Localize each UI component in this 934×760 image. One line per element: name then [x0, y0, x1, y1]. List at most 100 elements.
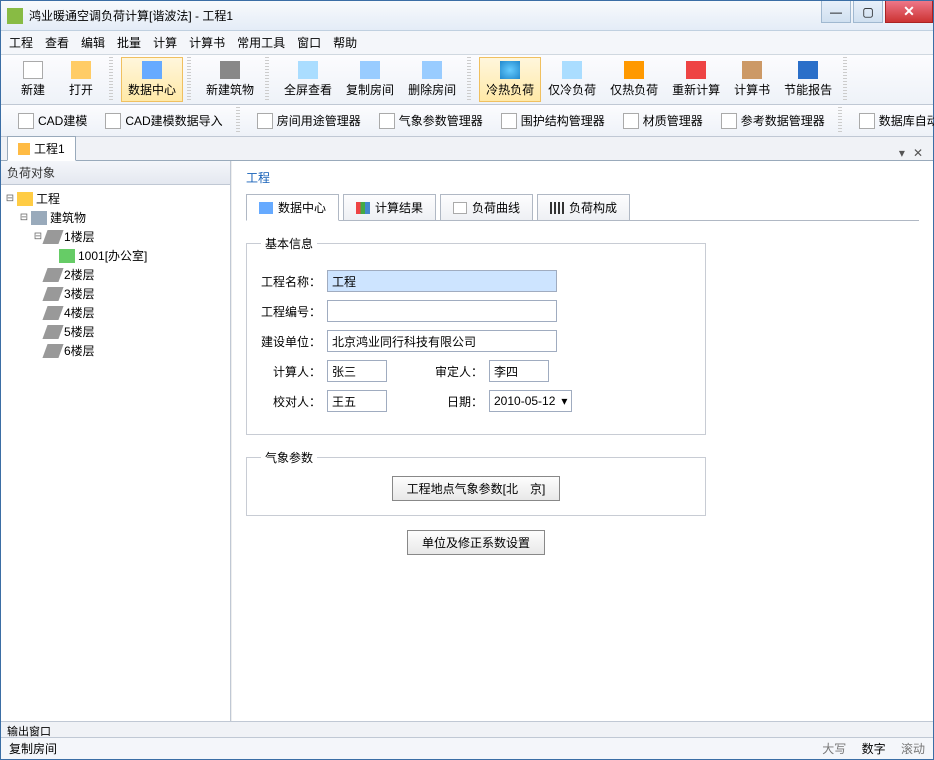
reference-mgr-button-icon [721, 113, 737, 129]
tree-building[interactable]: 建筑物 [50, 209, 86, 226]
unit-correction-button[interactable]: 单位及修正系数设置 [407, 530, 545, 555]
cad-import-button[interactable]: CAD建模数据导入 [96, 107, 231, 134]
proj-name-input[interactable] [327, 270, 557, 292]
energy-report-button-icon [798, 61, 818, 79]
label-calculator: 计算人： [261, 363, 321, 380]
weather-group: 气象参数 工程地点气象参数[北 京] [246, 449, 706, 516]
recalc-button[interactable]: 重新计算 [665, 57, 727, 102]
status-caps: 大写 [822, 742, 846, 756]
document-icon [18, 143, 30, 155]
checker-input[interactable] [327, 390, 387, 412]
new-button[interactable]: 新建 [9, 57, 57, 102]
tree-room[interactable]: 1001[办公室] [78, 247, 147, 264]
bars-icon [550, 202, 564, 214]
window-title: 鸿业暖通空调负荷计算[谐波法] - 工程1 [29, 7, 821, 24]
tree-project[interactable]: 工程 [36, 190, 60, 207]
envelope-mgr-button-icon [501, 113, 517, 129]
open-button[interactable]: 打开 [57, 57, 105, 102]
tree-floor-5[interactable]: 5楼层 [64, 323, 95, 340]
content-pane: 工程 数据中心 计算结果 负荷曲线 负荷构成 基本信息 工程名称： 工程编号： [231, 161, 933, 721]
output-window-header[interactable]: 输出窗口 [1, 721, 933, 737]
cooling-only-button[interactable]: 仅冷负荷 [541, 57, 603, 102]
material-mgr-button-icon [623, 113, 639, 129]
tab-dropdown-icon[interactable]: ▾ [895, 146, 909, 160]
recalc-button-icon [686, 61, 706, 79]
label-builder: 建设单位： [261, 333, 321, 350]
tree-floor-1[interactable]: 1楼层 [64, 228, 95, 245]
menu-3[interactable]: 批量 [117, 34, 141, 51]
curve-icon [453, 202, 467, 214]
close-button[interactable]: ✕ [885, 1, 933, 23]
basic-info-group: 基本信息 工程名称： 工程编号： 建设单位： 计算人： [246, 235, 706, 435]
menu-5[interactable]: 计算书 [189, 34, 225, 51]
sidebar: 负荷对象 ⊟工程 ⊟建筑物 ⊟1楼层 1001[办公室] 2楼层 3楼层 4楼层… [1, 161, 231, 721]
delete-room-button-icon [422, 61, 442, 79]
new-building-button[interactable]: 新建筑物 [199, 57, 261, 102]
menu-8[interactable]: 帮助 [333, 34, 357, 51]
menu-bar: 工程查看编辑批量计算计算书常用工具窗口帮助 [1, 31, 933, 55]
menu-0[interactable]: 工程 [9, 34, 33, 51]
cad-model-button[interactable]: CAD建模 [9, 107, 96, 134]
data-center-button-icon [142, 61, 162, 79]
tab-load-composition[interactable]: 负荷构成 [537, 194, 630, 221]
delete-room-button[interactable]: 删除房间 [401, 57, 463, 102]
tree-floor-4[interactable]: 4楼层 [64, 304, 95, 321]
reviewer-input[interactable] [489, 360, 549, 382]
new-building-button-icon [220, 61, 240, 79]
document-tab-strip: 工程1 ▾ ✕ [1, 137, 933, 161]
calculator-input[interactable] [327, 360, 387, 382]
floor-icon [42, 287, 63, 301]
db-update-button-icon [859, 113, 875, 129]
menu-2[interactable]: 编辑 [81, 34, 105, 51]
tab-close-icon[interactable]: ✕ [909, 146, 927, 160]
status-num: 数字 [862, 742, 886, 756]
menu-7[interactable]: 窗口 [297, 34, 321, 51]
floor-icon [42, 268, 63, 282]
label-proj-name: 工程名称： [261, 273, 321, 290]
weather-mgr-button[interactable]: 气象参数管理器 [370, 107, 492, 134]
tab-load-curve[interactable]: 负荷曲线 [440, 194, 533, 221]
room-usage-mgr-button[interactable]: 房间用途管理器 [248, 107, 370, 134]
cad-import-button-icon [105, 113, 121, 129]
tree-floor-3[interactable]: 3楼层 [64, 285, 95, 302]
date-picker[interactable]: 2010-05-12 ▾ [489, 390, 572, 412]
copy-room-button[interactable]: 复制房间 [339, 57, 401, 102]
data-center-button[interactable]: 数据中心 [121, 57, 183, 102]
document-tab[interactable]: 工程1 [7, 136, 76, 161]
calc-book-button[interactable]: 计算书 [727, 57, 777, 102]
tree-view[interactable]: ⊟工程 ⊟建筑物 ⊟1楼层 1001[办公室] 2楼层 3楼层 4楼层 5楼层 … [1, 185, 230, 721]
menu-4[interactable]: 计算 [153, 34, 177, 51]
tab-calc-result[interactable]: 计算结果 [343, 194, 436, 221]
energy-report-button[interactable]: 节能报告 [777, 57, 839, 102]
envelope-mgr-button[interactable]: 围护结构管理器 [492, 107, 614, 134]
builder-input[interactable] [327, 330, 557, 352]
new-button-icon [23, 61, 43, 79]
open-button-icon [71, 61, 91, 79]
app-icon [7, 8, 23, 24]
reference-mgr-button[interactable]: 参考数据管理器 [712, 107, 834, 134]
fullscreen-button[interactable]: 全屏查看 [277, 57, 339, 102]
menu-6[interactable]: 常用工具 [237, 34, 285, 51]
heating-only-button[interactable]: 仅热负荷 [603, 57, 665, 102]
cooling-heating-load-button[interactable]: 冷热负荷 [479, 57, 541, 102]
minimize-button[interactable]: — [821, 1, 851, 23]
maximize-button[interactable]: ▢ [853, 1, 883, 23]
cad-model-button-icon [18, 113, 34, 129]
page-title: 工程 [246, 169, 919, 186]
cooling-heating-load-button-icon [500, 61, 520, 79]
weather-legend: 气象参数 [261, 449, 317, 466]
material-mgr-button[interactable]: 材质管理器 [614, 107, 712, 134]
secondary-toolbar: CAD建模CAD建模数据导入房间用途管理器气象参数管理器围护结构管理器材质管理器… [1, 105, 933, 137]
tab-data-center[interactable]: 数据中心 [246, 194, 339, 221]
db-update-button[interactable]: 数据库自动更新 [850, 107, 934, 134]
heating-only-button-icon [624, 61, 644, 79]
calc-book-button-icon [742, 61, 762, 79]
tree-floor-6[interactable]: 6楼层 [64, 342, 95, 359]
room-icon [59, 249, 75, 263]
weather-params-button[interactable]: 工程地点气象参数[北 京] [392, 476, 561, 501]
floor-icon [42, 306, 63, 320]
proj-no-input[interactable] [327, 300, 557, 322]
tree-floor-2[interactable]: 2楼层 [64, 266, 95, 283]
floor-icon [42, 344, 63, 358]
menu-1[interactable]: 查看 [45, 34, 69, 51]
